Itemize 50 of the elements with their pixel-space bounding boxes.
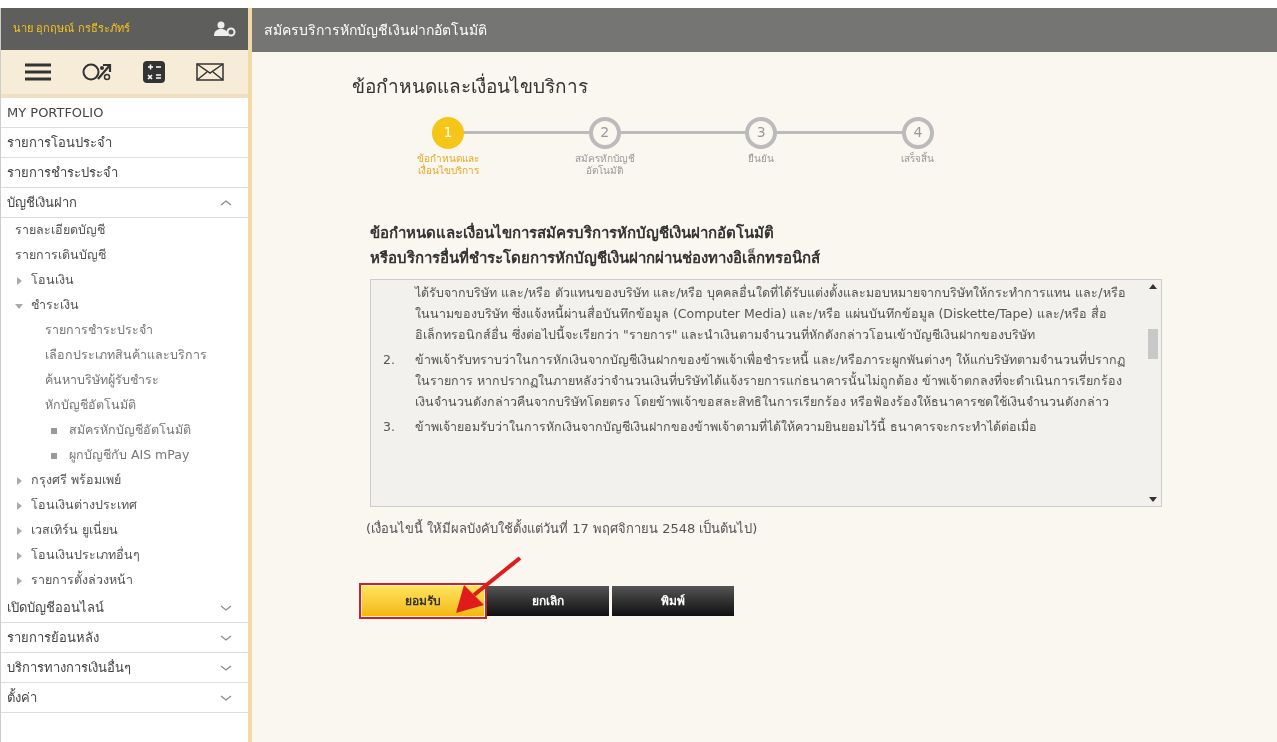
sidebar-subitem[interactable]: โอนเงินต่างประเทศ (31, 496, 137, 515)
terms-heading: ข้อกำหนดและเงื่อนไขการสมัครบริการหักบัญชีเงินฝากอัตโนมัติ (370, 221, 775, 244)
sidebar-item-label: บริการทางการเงินอื่นๆ (7, 658, 131, 677)
sidebar-subitem[interactable]: หักบัญชีอัตโนมัติ (45, 396, 136, 415)
sidebar-subitem[interactable]: ผูกบัญชีกับ AIS mPay (69, 446, 190, 465)
sidebar-subitem[interactable]: ชำระเงิน (31, 296, 79, 315)
sidebar-item-label: รายการชำระประจำ (7, 163, 118, 182)
item-number: 2. (383, 351, 395, 367)
scroll-up-icon[interactable] (1148, 283, 1157, 289)
header-title: สมัครบริการหักบัญชีเงินฝากอัตโนมัติ (264, 20, 487, 40)
action-button[interactable]: ยกเลิก (487, 586, 609, 616)
step-label: ข้อกำหนดและ เงื่อนไขบริการ (417, 152, 479, 177)
sidebar-subitem[interactable]: สมัครหักบัญชีอัตโนมัติ (69, 421, 191, 440)
mail-icon[interactable] (196, 63, 225, 81)
sidebar-subitem[interactable]: ค้นหาบริษัทผู้รับชำระ (45, 371, 159, 390)
terms-paragraph: ได้รับจากบริษัท และ/หรือ ตัวแทนของบริษัท และ/หรือ บุคคลอื่นใดที่ได้รับแต่งตั้งและมอบหมายจากบริษัทให้กระทำการแทน และ/หรือในนามของบริษัท ซึ่งแจ้งหนี้ผ่านสื่อบันทึกข้อมูล (Computer Media) และ/หรือ แผ่นบันทึกข้อมูล (Diskette/Tape) และ/หรือ สื่ออิเล็กทรอนิกส์อื่น ซึ่งต่อไปนี้จะเรียกว่า "รายการ" และนำเงินตามจำนวนที่หักดังกล่าวโอนเข้าบัญชีเงินฝากของบริษัท (415, 282, 1127, 344)
sidebar-subitem[interactable]: โอนเงิน (31, 271, 74, 290)
sidebar-item-label: บัญชีเงินฝาก (7, 193, 77, 212)
sidebar-item-label: เปิดบัญชีออนไลน์ (7, 598, 104, 617)
calculator-icon[interactable] (143, 61, 166, 83)
step-label: สมัครหักบัญชี อัตโนมัติ (574, 152, 635, 177)
sidebar-subitem[interactable]: กรุงศรี พร้อมเพย์ (31, 471, 121, 490)
menu-icon[interactable] (24, 63, 51, 81)
effective-note: (เงื่อนไขนี้ ให้มีผลบังคับใช้ตั้งแต่วันที่ 17 พฤศจิกายน 2548 เป็นต้นไป) (366, 518, 759, 538)
currency-exchange-icon[interactable] (81, 62, 112, 82)
terms-paragraph: ข้าพเจ้ารับทราบว่าในการหักเงินจากบัญชีเงินฝากของข้าพเจ้าเพื่อชำระหนี้ และ/หรือภาระผูกพันต่างๆ ให้แก่บริษัทตามจำนวนที่ปรากฏในรายการ หากปรากฏในภายหลังว่าจำนวนเงินที่บริษัทได้แจ้งรายการแก่ธนาคารนั้นไม่ถูกต้อง ข้าพเจ้าตกลงที่จะดำเนินการเรียกร้องเงินจำนวนดังกล่าวคืนจากบริษัทโดยตรง โดยข้าพเจ้าขอสละสิทธิในการเรียกร้อง หรือฟ้องร้องให้ธนาคารชดใช้เงินจำนวนดังกล่าว (415, 349, 1127, 411)
sidebar-subitem[interactable]: โอนเงินประเภทอื่นๆ (31, 546, 140, 565)
sidebar-item-label: ตั้งค่า (7, 687, 37, 707)
terms-heading: หรือบริการอื่นที่ชำระโดยการหักบัญชีเงินฝากผ่านช่องทางอิเล็กทรอนิกส์ (370, 246, 821, 269)
action-button[interactable]: พิมพ์ (612, 586, 734, 616)
square-bullet-icon (51, 452, 57, 459)
sidebar-subitem[interactable]: รายการตั้งล่วงหน้า (31, 571, 133, 590)
user-name: นาย อุกฤษณ์ กรธีระภัทร์ (13, 20, 130, 37)
sidebar-subitem[interactable]: เวสเทิร์น ยูเนี่ยน (31, 521, 118, 540)
sidebar-subitem[interactable]: รายการชำระประจำ (45, 321, 153, 340)
page-title: ข้อกำหนดและเงื่อนไขบริการ (352, 72, 589, 99)
square-bullet-icon (51, 427, 57, 434)
scrollbar-thumb[interactable] (1147, 328, 1158, 359)
sidebar-item-label: MY PORTFOLIO (7, 103, 104, 122)
step-label: ยืนยัน (748, 152, 775, 165)
user-settings-icon[interactable] (214, 21, 236, 37)
step-label: เสร็จสิ้น (901, 152, 935, 165)
sidebar-item-label: รายการโอนประจำ (7, 133, 112, 152)
scroll-down-icon[interactable] (1148, 496, 1157, 502)
sidebar-subitem[interactable]: รายการเดินบัญชี (15, 246, 106, 265)
sidebar-subitem[interactable]: เลือกประเภทสินค้าและบริการ (45, 346, 207, 365)
sidebar-subitem[interactable]: รายละเอียดบัญชี (15, 221, 105, 240)
terms-paragraph: ข้าพเจ้ายอมรับว่าในการหักเงินจากบัญชีเงินฝากของข้าพเจ้าตามที่ได้ให้ความยินยอมไว้นี้ ธนาคารจะกระทำได้ต่อเมื่อ (415, 416, 1037, 436)
sidebar-item-label: รายการย้อนหลัง (7, 628, 99, 647)
item-number: 3. (383, 418, 395, 434)
